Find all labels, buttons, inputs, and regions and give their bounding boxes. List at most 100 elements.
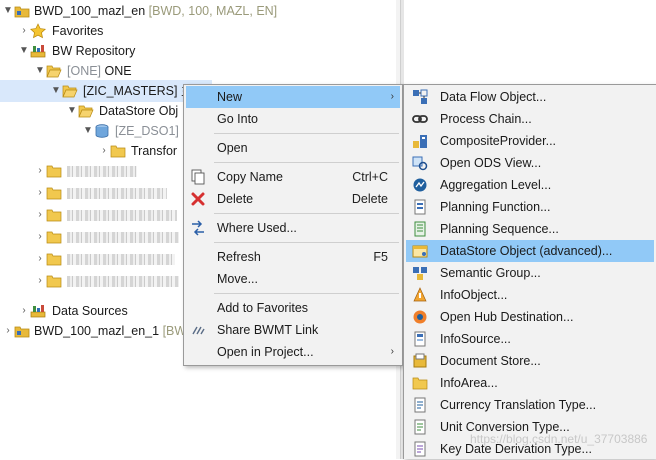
menu-item-where-used[interactable]: Where Used... (186, 217, 400, 239)
submenu-item-planning-function[interactable]: Planning Function... (406, 196, 654, 218)
dso-tag: [ZE_DSO1] (115, 124, 179, 138)
menu-separator (214, 213, 399, 214)
submenu-label: InfoSource... (440, 332, 511, 346)
repository-icon (30, 305, 46, 318)
submenu-item-composite-provider[interactable]: CompositeProvider... (406, 130, 654, 152)
redacted-label (67, 254, 175, 265)
tree-item-one[interactable]: ▼ [ONE] ONE (0, 60, 396, 82)
submenu-label: Open ODS View... (440, 156, 542, 170)
menu-separator (214, 293, 399, 294)
folder-icon (46, 165, 62, 178)
submenu-label: Aggregation Level... (440, 178, 552, 192)
redacted-label (67, 188, 167, 199)
link-icon (192, 326, 205, 335)
new-label: New (217, 90, 243, 104)
menu-item-copy-name[interactable]: Copy Name Ctrl+C (186, 166, 400, 188)
menu-item-delete[interactable]: Delete Delete (186, 188, 400, 210)
menu-item-open-in-project[interactable]: Open in Project... › (186, 341, 400, 363)
menu-item-add-favorites[interactable]: Add to Favorites (186, 297, 400, 319)
menu-item-go-into[interactable]: Go Into (186, 108, 400, 130)
tree-item-root[interactable]: ▼ BWD_100_mazl_en [BWD, 100, MAZL, EN] (0, 0, 396, 22)
menu-item-move[interactable]: Move... (186, 268, 400, 290)
delete-shortcut: Delete (351, 192, 388, 206)
submenu-label: InfoObject... (440, 288, 508, 302)
document-store-icon (413, 353, 427, 368)
submenu-item-open-ods-view[interactable]: Open ODS View... (406, 152, 654, 174)
folder-open-icon (62, 85, 78, 98)
context-menu: New › Go Into Open Copy Name Ctrl+C Dele… (183, 84, 403, 366)
tree-item-bw-repository[interactable]: ▼ BW Repository (0, 40, 396, 62)
folder-icon (46, 231, 62, 244)
delete-label: Delete (217, 192, 254, 206)
folder-icon (46, 275, 62, 288)
chevron-right-icon[interactable]: › (34, 204, 46, 226)
submenu-item-data-flow-object[interactable]: Data Flow Object... (406, 86, 654, 108)
submenu-arrow-icon: › (390, 346, 394, 357)
copy-name-shortcut: Ctrl+C (352, 170, 388, 184)
chevron-right-icon[interactable]: › (98, 140, 110, 162)
semantic-group-icon (413, 267, 427, 280)
chevron-down-icon[interactable]: ▼ (50, 80, 62, 102)
folder-icon (110, 145, 126, 158)
submenu-label: Open Hub Destination... (440, 310, 574, 324)
submenu-item-currency-translation[interactable]: Currency Translation Type... (406, 394, 654, 416)
menu-item-open[interactable]: Open (186, 137, 400, 159)
submenu-item-process-chain[interactable]: Process Chain... (406, 108, 654, 130)
menu-item-refresh[interactable]: Refresh F5 (186, 246, 400, 268)
new-submenu: Data Flow Object... Process Chain... Com… (403, 84, 656, 459)
chevron-down-icon[interactable]: ▼ (66, 100, 78, 122)
submenu-item-aggregation-level[interactable]: Aggregation Level... (406, 174, 654, 196)
submenu-item-datastore-advanced[interactable]: DataStore Object (advanced)... (406, 240, 654, 262)
submenu-item-semantic-group[interactable]: Semantic Group... (406, 262, 654, 284)
submenu-item-infoobject[interactable]: InfoObject... (406, 284, 654, 306)
key-date-derivation-icon (414, 441, 426, 457)
folder-open-icon (78, 105, 94, 118)
open-label: Open (217, 141, 248, 155)
submenu-item-infosource[interactable]: InfoSource... (406, 328, 654, 350)
submenu-item-planning-sequence[interactable]: Planning Sequence... (406, 218, 654, 240)
chevron-down-icon[interactable]: ▼ (2, 0, 14, 22)
submenu-label: CompositeProvider... (440, 134, 557, 148)
add-favorites-label: Add to Favorites (217, 301, 309, 315)
chevron-right-icon[interactable]: › (2, 320, 14, 342)
delete-x-icon (191, 192, 205, 206)
chevron-down-icon[interactable]: ▼ (34, 60, 46, 82)
tree-item-zic-masters[interactable]: ▼ [ZIC_MASTERS] 主 (0, 80, 212, 102)
root-detail: [BWD, 100, MAZL, EN] (148, 4, 278, 18)
menu-separator (214, 133, 399, 134)
chevron-right-icon[interactable]: › (34, 270, 46, 292)
where-used-icon (192, 220, 204, 236)
folder-open-icon (46, 65, 62, 78)
project-icon (14, 326, 30, 338)
menu-item-new[interactable]: New › (186, 86, 400, 108)
submenu-item-document-store[interactable]: Document Store... (406, 350, 654, 372)
share-link-label: Share BWMT Link (217, 323, 319, 337)
chevron-right-icon[interactable]: › (34, 182, 46, 204)
bw-repository-label: BW Repository (52, 44, 136, 58)
chevron-right-icon[interactable]: › (34, 160, 46, 182)
infosource-icon (414, 331, 426, 347)
open-hub-icon (413, 310, 427, 324)
redacted-label (67, 276, 179, 287)
chevron-right-icon[interactable]: › (18, 300, 30, 322)
tree-item-favorites[interactable]: › Favorites (0, 20, 396, 42)
chevron-right-icon[interactable]: › (34, 226, 46, 248)
ods-view-icon (412, 156, 428, 171)
one-tag: [ONE] (67, 64, 102, 78)
submenu-label: Semantic Group... (440, 266, 541, 280)
star-icon (30, 23, 46, 39)
folder-icon (46, 253, 62, 266)
chevron-right-icon[interactable]: › (18, 20, 30, 42)
chevron-down-icon[interactable]: ▼ (18, 40, 30, 62)
root2-name: BWD_100_mazl_en_1 (34, 324, 160, 338)
move-label: Move... (217, 272, 258, 286)
project-icon (14, 6, 30, 18)
submenu-item-infoarea[interactable]: InfoArea... (406, 372, 654, 394)
chevron-down-icon[interactable]: ▼ (82, 120, 94, 142)
submenu-item-open-hub[interactable]: Open Hub Destination... (406, 306, 654, 328)
menu-item-share-link[interactable]: Share BWMT Link (186, 319, 400, 341)
chevron-right-icon[interactable]: › (34, 248, 46, 270)
submenu-label: Planning Sequence... (440, 222, 559, 236)
datastore-advanced-icon (412, 245, 428, 258)
submenu-label: InfoArea... (440, 376, 498, 390)
